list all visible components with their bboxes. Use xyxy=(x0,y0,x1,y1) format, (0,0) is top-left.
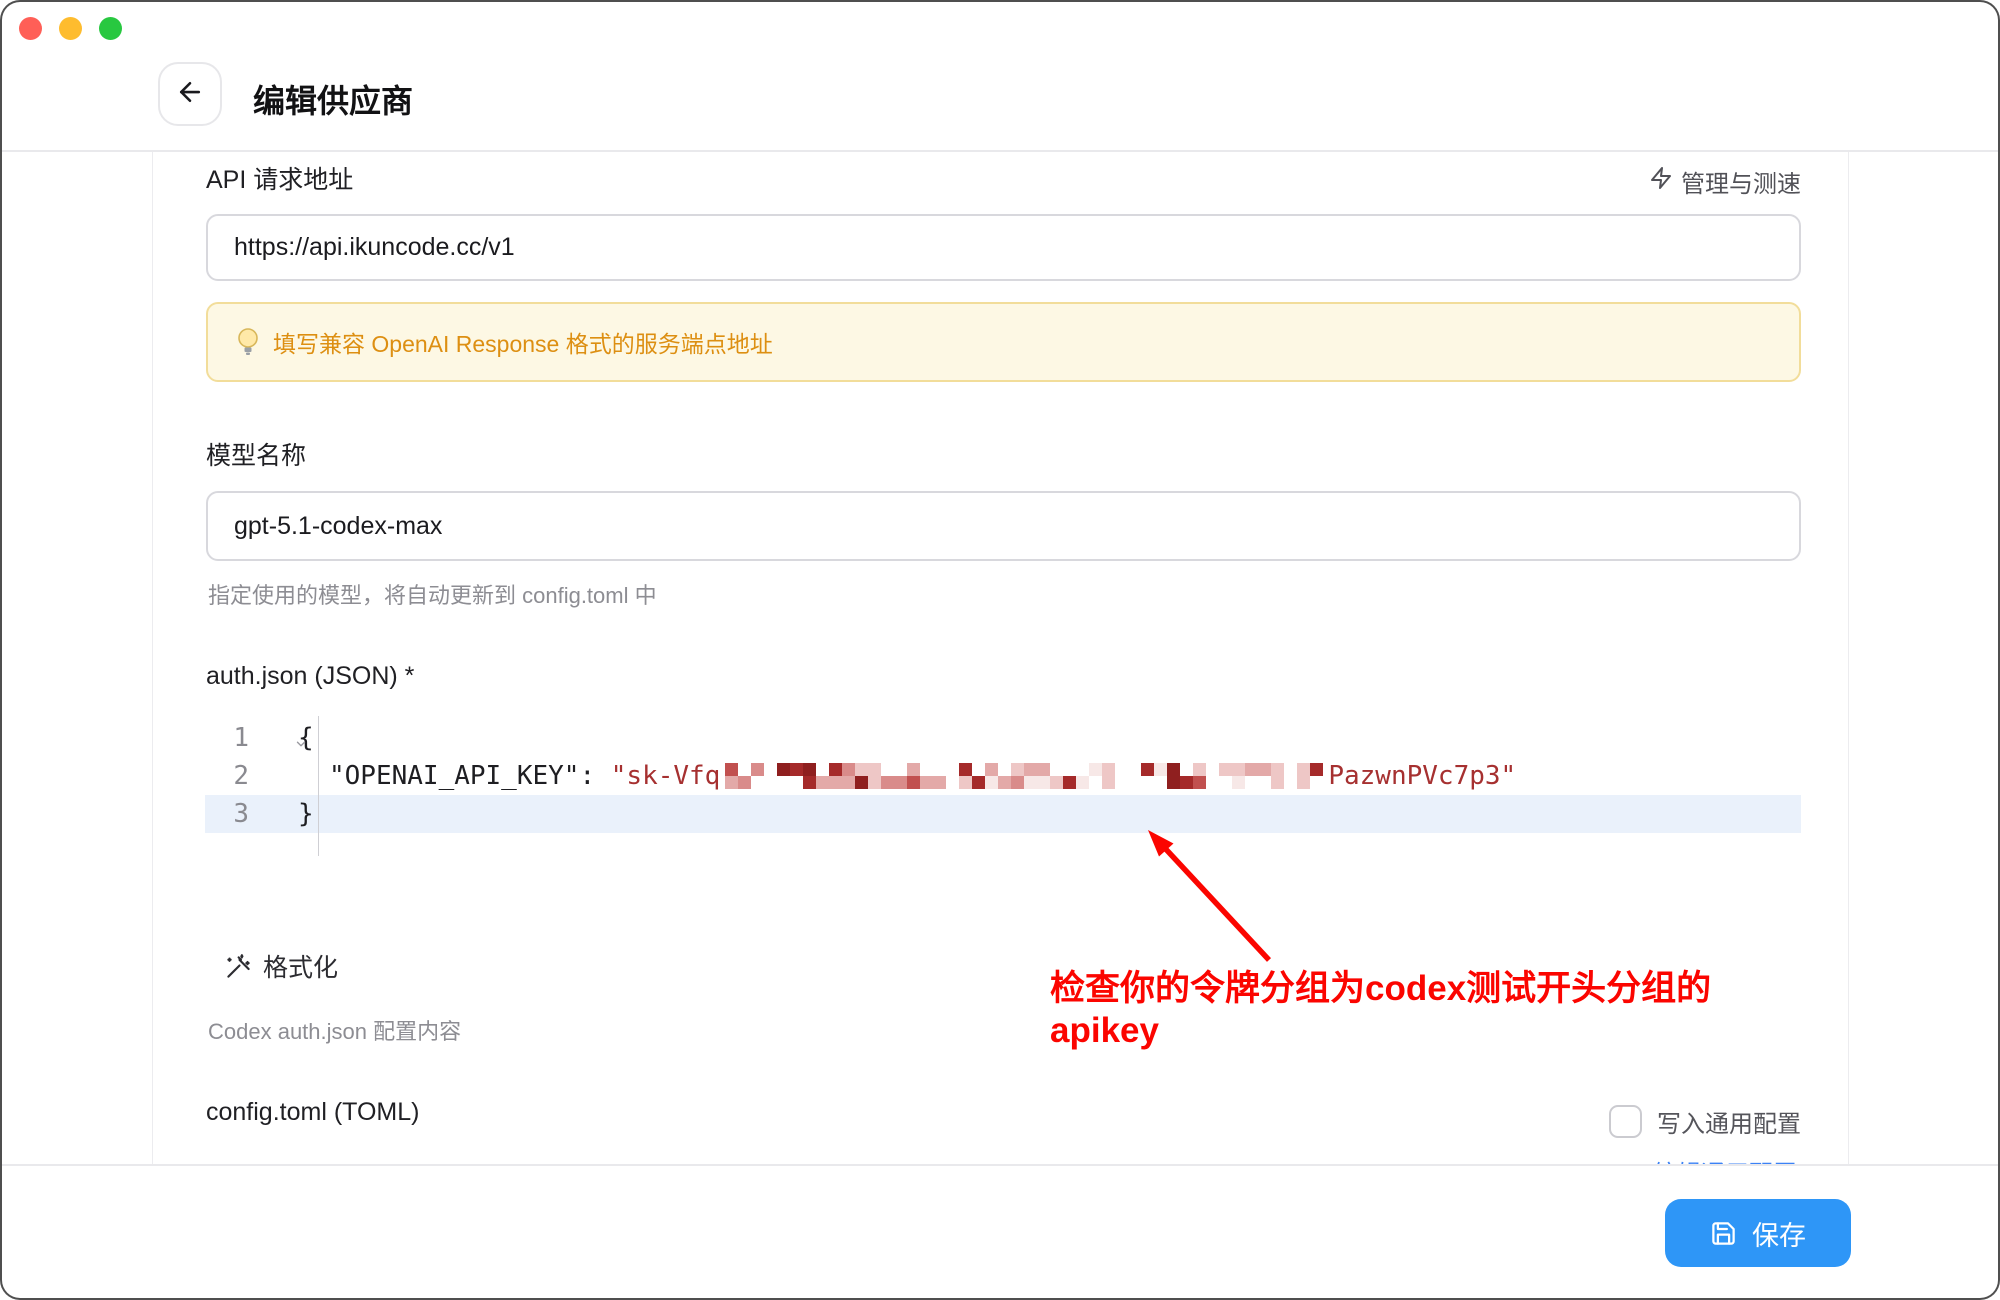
config-toml-label: config.toml (TOML) xyxy=(206,1098,419,1127)
json-key: "OPENAI_API_KEY": xyxy=(329,761,611,791)
line-number-3: 3 xyxy=(205,799,283,829)
format-button-label: 格式化 xyxy=(263,948,338,984)
redacted-api-key-mosaic xyxy=(725,763,1323,789)
auth-json-label: auth.json (JSON) * xyxy=(206,662,414,691)
app-window: 编辑供应商 API 请求地址 管理与测速 填写兼容 OpenAI Respons… xyxy=(0,0,2000,1300)
zoom-window-button[interactable] xyxy=(99,17,122,40)
annotation-text: 检查你的令牌分组为codex测试开头分组的apikey xyxy=(1050,960,1790,1051)
line-number-1: 1 xyxy=(205,723,283,753)
auth-json-help-text: Codex auth.json 配置内容 xyxy=(208,1014,461,1046)
save-button[interactable]: 保存 xyxy=(1665,1199,1851,1267)
lightbulb-icon xyxy=(236,327,260,357)
close-window-button[interactable] xyxy=(19,17,42,40)
hint-banner-text: 填写兼容 OpenAI Response 格式的服务端点地址 xyxy=(273,325,773,359)
back-button[interactable] xyxy=(158,62,222,126)
save-button-label: 保存 xyxy=(1752,1214,1806,1253)
save-disk-icon xyxy=(1710,1220,1737,1247)
magic-wand-icon xyxy=(225,953,252,980)
line-number-2: 2 xyxy=(205,761,283,791)
fold-chevron-icon[interactable] xyxy=(293,728,309,742)
auth-json-editor[interactable]: 1 { 2 "OPENAI_API_KEY": "sk-Vfq PazwnPVc7… xyxy=(205,716,1801,866)
write-common-config-checkbox[interactable] xyxy=(1609,1105,1642,1138)
json-value-end: PazwnPVc7p3" xyxy=(1328,761,1516,791)
page-title: 编辑供应商 xyxy=(253,76,413,122)
code-line-1: 1 { xyxy=(205,719,1801,757)
model-name-input[interactable] xyxy=(206,491,1801,561)
api-url-input[interactable] xyxy=(206,214,1801,281)
code-line-3-active: 3 } xyxy=(205,795,1801,833)
footer-divider xyxy=(2,1164,2000,1166)
write-common-config-label: 写入通用配置 xyxy=(1657,1104,1801,1139)
manage-and-speedtest-label: 管理与测速 xyxy=(1681,164,1801,199)
model-name-label: 模型名称 xyxy=(206,436,306,472)
code-line-2: 2 "OPENAI_API_KEY": "sk-Vfq PazwnPVc7p3" xyxy=(205,757,1801,795)
hint-banner: 填写兼容 OpenAI Response 格式的服务端点地址 xyxy=(206,302,1801,382)
code-line-2-text: "OPENAI_API_KEY": "sk-Vfq PazwnPVc7p3" xyxy=(283,761,1516,791)
json-value-start: "sk-Vfq xyxy=(611,761,721,791)
arrow-left-icon xyxy=(175,77,205,112)
write-common-config-row: 写入通用配置 xyxy=(1609,1104,1801,1139)
edit-common-config-link[interactable]: 编辑通用配置 xyxy=(1653,1154,1797,1164)
lightning-icon xyxy=(1649,166,1673,197)
format-button[interactable]: 格式化 xyxy=(225,948,338,984)
manage-and-speedtest-button[interactable]: 管理与测速 xyxy=(1649,164,1801,199)
code-line-3-text: } xyxy=(283,799,314,829)
gutter-separator xyxy=(318,716,319,856)
api-url-label: API 请求地址 xyxy=(206,160,353,196)
minimize-window-button[interactable] xyxy=(59,17,82,40)
model-help-text: 指定使用的模型，将自动更新到 config.toml 中 xyxy=(208,578,657,610)
